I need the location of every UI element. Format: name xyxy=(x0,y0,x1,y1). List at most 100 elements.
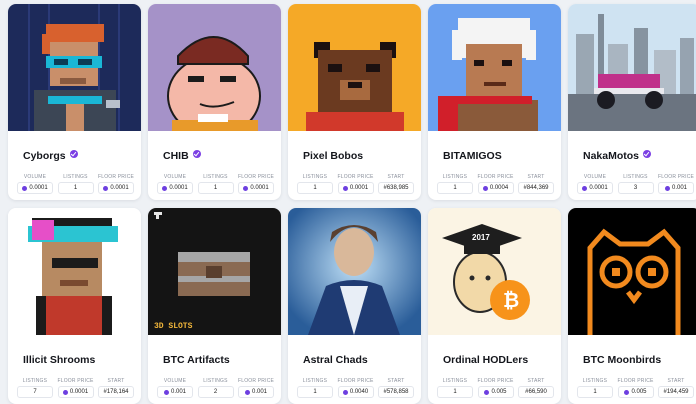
stat-value-text: 0.0001 xyxy=(589,185,608,191)
stat-value-text: 0.0001 xyxy=(29,185,48,191)
stat-value: 0.0001 xyxy=(17,182,53,194)
collection-card-pixel-bobos[interactable]: Pixel Bobos LISTINGS 1 FLOOR PRICE 0.000… xyxy=(288,4,421,200)
collection-image[interactable] xyxy=(568,4,696,131)
stat-value: 1 xyxy=(577,386,613,398)
stat-label: LISTINGS xyxy=(302,378,328,384)
stat-value: #66,590 xyxy=(518,386,554,398)
stat-listings: LISTINGS 7 xyxy=(17,378,53,398)
collection-name-text[interactable]: BTC Artifacts xyxy=(163,354,230,366)
collection-card-chib[interactable]: CHIB VOLUME 0.0001 LISTINGS 1 FLOOR PRIC… xyxy=(148,4,281,200)
stat-value-text: 0.0040 xyxy=(349,389,369,395)
collection-name-text[interactable]: Cyborgs xyxy=(23,150,66,162)
stat-value-text: 0.0001 xyxy=(169,185,188,191)
stat-value-text: #194,459 xyxy=(663,389,689,395)
stat-label: LISTINGS xyxy=(203,174,228,180)
collection-name-text[interactable]: CHIB xyxy=(163,150,189,162)
stat-label: LISTINGS xyxy=(442,378,468,384)
stat-value-text: #844,369 xyxy=(523,185,549,191)
stat-value-text: 1 xyxy=(453,185,457,191)
stat-value: 1 xyxy=(197,182,234,194)
stat-floor-price: FLOOR PRICE 0.0001 xyxy=(337,174,374,194)
stat-label: VOLUME xyxy=(163,378,187,384)
stat-label: FLOOR PRICE xyxy=(237,378,275,384)
collection-card-astral-chads[interactable]: Astral Chads LISTINGS 1 FLOOR PRICE 0.00… xyxy=(288,208,421,404)
collection-name[interactable]: BITAMIGOS xyxy=(443,150,502,162)
collection-name-text[interactable]: Pixel Bobos xyxy=(303,150,363,162)
stat-listings: LISTINGS 1 xyxy=(197,174,234,194)
collection-name-text[interactable]: Illicit Shrooms xyxy=(23,354,95,366)
stat-label: FLOOR PRICE xyxy=(57,378,94,384)
image-caption-text: 2017 xyxy=(472,233,490,242)
collection-image[interactable] xyxy=(568,208,696,335)
collection-card-cyborgs[interactable]: Cyborgs VOLUME 0.0001 LISTINGS 1 FLOOR P… xyxy=(8,4,141,200)
collection-name[interactable]: BTC Moonbirds xyxy=(583,354,661,366)
btc-coin-icon xyxy=(482,185,488,191)
stat-value: 0.0001 xyxy=(337,182,374,194)
stat-label: FLOOR PRICE xyxy=(657,174,695,180)
collection-name[interactable]: CHIB xyxy=(163,150,201,162)
stat-start: START #578,858 xyxy=(378,378,414,398)
collection-card-illicit-shrooms[interactable]: Illicit Shrooms LISTINGS 7 FLOOR PRICE 0… xyxy=(8,208,141,404)
stat-value-text: 0.001 xyxy=(170,389,186,395)
stat-value: #578,858 xyxy=(378,386,414,398)
stat-value-text: 0.005 xyxy=(631,389,647,395)
collection-image[interactable] xyxy=(288,4,421,131)
stat-start: START #178,164 xyxy=(98,378,134,398)
collection-stats: VOLUME 0.0001 LISTINGS 1 FLOOR PRICE 0.0… xyxy=(17,174,134,194)
stat-start: START #66,590 xyxy=(518,378,554,398)
stat-value: 0.0001 xyxy=(157,182,193,194)
collection-name[interactable]: Pixel Bobos xyxy=(303,150,363,162)
stat-start: START #194,459 xyxy=(658,378,694,398)
stat-floor-price: FLOOR PRICE 0.001 xyxy=(238,378,274,398)
collection-name[interactable]: BTC Artifacts xyxy=(163,354,230,366)
collection-name[interactable]: NakaMotos xyxy=(583,150,652,162)
collection-name[interactable]: Ordinal HODLers xyxy=(443,354,528,366)
stat-label: START xyxy=(527,174,545,180)
stat-value-text: 0.0001 xyxy=(69,389,89,395)
collection-stats: VOLUME 0.0001 LISTINGS 3 FLOOR PRICE 0.0… xyxy=(577,174,694,194)
btc-coin-icon xyxy=(582,185,588,191)
stat-floor-price: FLOOR PRICE 0.0004 xyxy=(477,174,514,194)
stat-label: FLOOR PRICE xyxy=(237,174,275,180)
collection-name[interactable]: Cyborgs xyxy=(23,150,78,162)
stat-floor-price: FLOOR PRICE 0.005 xyxy=(477,378,514,398)
collection-image[interactable] xyxy=(8,4,141,131)
collection-image[interactable] xyxy=(288,208,421,335)
stat-value: 7 xyxy=(17,386,53,398)
collection-image[interactable] xyxy=(148,4,281,131)
stat-label: LISTINGS xyxy=(582,378,608,384)
collection-name-text[interactable]: BITAMIGOS xyxy=(443,150,502,162)
btc-coin-icon xyxy=(484,389,490,395)
stat-value-text: 0.001 xyxy=(251,389,267,395)
stat-volume: VOLUME 0.0001 xyxy=(577,174,613,194)
collection-image[interactable] xyxy=(428,4,561,131)
collection-name-text[interactable]: NakaMotos xyxy=(583,150,639,162)
btc-coin-icon xyxy=(624,389,630,395)
stat-value-text: 3 xyxy=(633,185,638,191)
stat-value-text: 2 xyxy=(213,389,218,395)
stat-value: 1 xyxy=(437,386,473,398)
stat-value-text: 1 xyxy=(313,389,317,395)
stat-value-text: 0.001 xyxy=(671,185,687,191)
collection-name-text[interactable]: BTC Moonbirds xyxy=(583,354,661,366)
collection-card-bitamigos[interactable]: BITAMIGOS LISTINGS 1 FLOOR PRICE 0.0004 … xyxy=(428,4,561,200)
stat-label: START xyxy=(527,378,545,384)
collection-name-text[interactable]: Astral Chads xyxy=(303,354,368,366)
stat-listings: LISTINGS 1 xyxy=(297,174,333,194)
stat-label: START xyxy=(667,378,685,384)
collection-image[interactable]: 2017 ₿ xyxy=(428,208,561,335)
collection-card-btc-moonbirds[interactable]: BTC Moonbirds LISTINGS 1 FLOOR PRICE 0.0… xyxy=(568,208,696,404)
collection-name-text[interactable]: Ordinal HODLers xyxy=(443,354,528,366)
stat-floor-price: FLOOR PRICE 0.0001 xyxy=(57,378,94,398)
collection-name[interactable]: Illicit Shrooms xyxy=(23,354,95,366)
collection-card-btc-artifacts[interactable]: 3D SLOTS BTC Artifacts VOLUME 0.001 LIST… xyxy=(148,208,281,404)
collection-card-nakamotos[interactable]: NakaMotos VOLUME 0.0001 LISTINGS 3 FLOOR… xyxy=(568,4,696,200)
collection-stats: LISTINGS 1 FLOOR PRICE 0.0001 START #638… xyxy=(297,174,414,194)
stat-value: 0.0001 xyxy=(57,386,94,398)
collection-name[interactable]: Astral Chads xyxy=(303,354,368,366)
collection-card-ordinal-hodlers[interactable]: 2017 ₿ Ordinal HODLers LISTINGS 1 FLOOR … xyxy=(428,208,561,404)
stat-value-text: 0.0001 xyxy=(110,185,129,191)
collection-image[interactable] xyxy=(8,208,141,335)
stat-label: LISTINGS xyxy=(442,174,468,180)
collection-image[interactable]: 3D SLOTS xyxy=(148,208,281,335)
